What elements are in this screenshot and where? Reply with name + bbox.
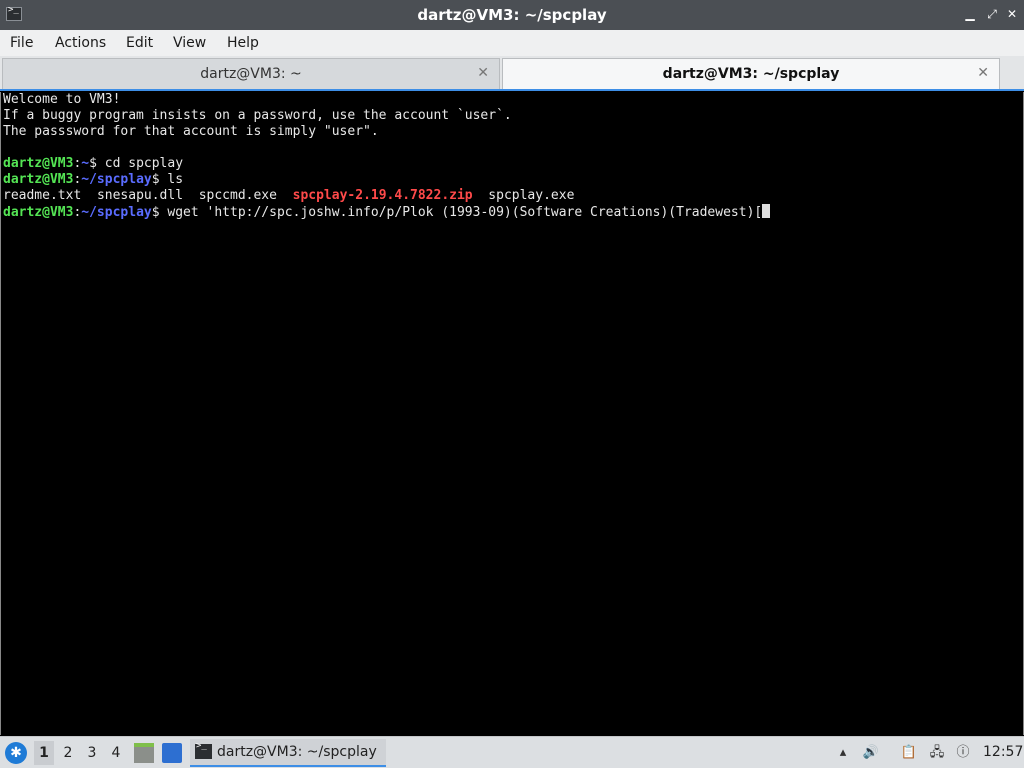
menu-view[interactable]: View [173,35,206,51]
maximize-button[interactable]: ⤢ [984,6,1000,22]
text-cursor [762,204,771,218]
tray-arrow-icon[interactable]: ▴ [834,744,852,762]
window-titlebar[interactable]: dartz@VM3: ~/spcplay ▁ ⤢ ✕ [0,0,1024,30]
menu-actions[interactable]: Actions [55,35,106,51]
update-notifier-icon[interactable]: ⓘ [954,744,972,762]
command-input[interactable]: wget 'http://spc.joshw.info/p/Plok (1993… [167,205,762,220]
prompt-user: dartz@VM3 [3,205,74,220]
workspace-2[interactable]: 2 [58,741,78,765]
command-text: cd spcplay [104,156,184,171]
prompt-line: dartz@VM3:~/spcplay$ wget 'http://spc.jo… [3,204,1021,220]
prompt-line: dartz@VM3:~$ cd spcplay [3,156,184,171]
ls-output-line: readme.txt snesapu.dll spccmd.exe spcpla… [3,188,1021,204]
volume-icon[interactable]: 🔊 [862,744,880,762]
tab-bar: dartz@VM3: ~ ✕ dartz@VM3: ~/spcplay ✕ [0,56,1024,91]
terminal-output[interactable]: Welcome to VM3! If a buggy program insis… [0,92,1024,735]
prompt-user: dartz@VM3 [3,156,74,171]
terminal-icon [195,741,212,759]
file-entry: snesapu.dll [96,188,184,203]
workspace-1[interactable]: 1 [34,741,54,765]
workspace-3[interactable]: 3 [82,741,102,765]
workspace-4[interactable]: 4 [106,741,126,765]
prompt-line: dartz@VM3:~/spcplay$ ls [3,172,184,187]
close-icon[interactable]: ✕ [477,65,489,81]
tab-spcplay[interactable]: dartz@VM3: ~/spcplay ✕ [502,58,1000,89]
prompt-path: ~ [81,156,90,171]
command-text: ls [167,172,184,187]
menu-file[interactable]: File [10,35,33,51]
motd-line: The passsword for that account is simply… [3,124,379,139]
close-window-button[interactable]: ✕ [1004,6,1020,22]
prompt-user: dartz@VM3 [3,172,74,187]
prompt-path: ~/spcplay [81,172,152,187]
file-entry: spcplay.exe [488,188,575,203]
minimize-button[interactable]: ▁ [962,6,978,22]
show-desktop-icon[interactable] [162,743,182,763]
tab-home[interactable]: dartz@VM3: ~ ✕ [2,58,500,89]
motd-line: Welcome to VM3! [3,92,121,107]
menu-bar: File Actions Edit View Help [0,30,1024,56]
motd-line: If a buggy program insists on a password… [3,108,512,123]
clipboard-icon[interactable]: 📋 [900,744,918,762]
start-menu-icon[interactable]: ✱ [5,742,27,764]
menu-edit[interactable]: Edit [126,35,153,51]
tab-label: dartz@VM3: ~/spcplay [662,66,840,82]
prompt-path: ~/spcplay [81,205,152,220]
menu-help[interactable]: Help [227,35,259,51]
task-label: dartz@VM3: ~/spcplay [217,744,377,760]
tab-label: dartz@VM3: ~ [200,66,302,82]
taskbar-window-button[interactable]: dartz@VM3: ~/spcplay [190,739,386,767]
close-icon[interactable]: ✕ [977,65,989,81]
file-entry: readme.txt [3,188,82,203]
clock[interactable]: 12:57 [983,744,1023,760]
file-entry: spccmd.exe [198,188,277,203]
archive-file-entry: spcplay-2.19.4.7822.zip [292,188,473,203]
window-title: dartz@VM3: ~/spcplay [417,6,607,24]
taskbar: ✱ 1 2 3 4 dartz@VM3: ~/spcplay ▴ 🔊 📋 🖧 ⓘ… [0,736,1024,768]
network-icon[interactable]: 🖧 [928,744,946,762]
file-manager-icon[interactable] [134,743,154,763]
